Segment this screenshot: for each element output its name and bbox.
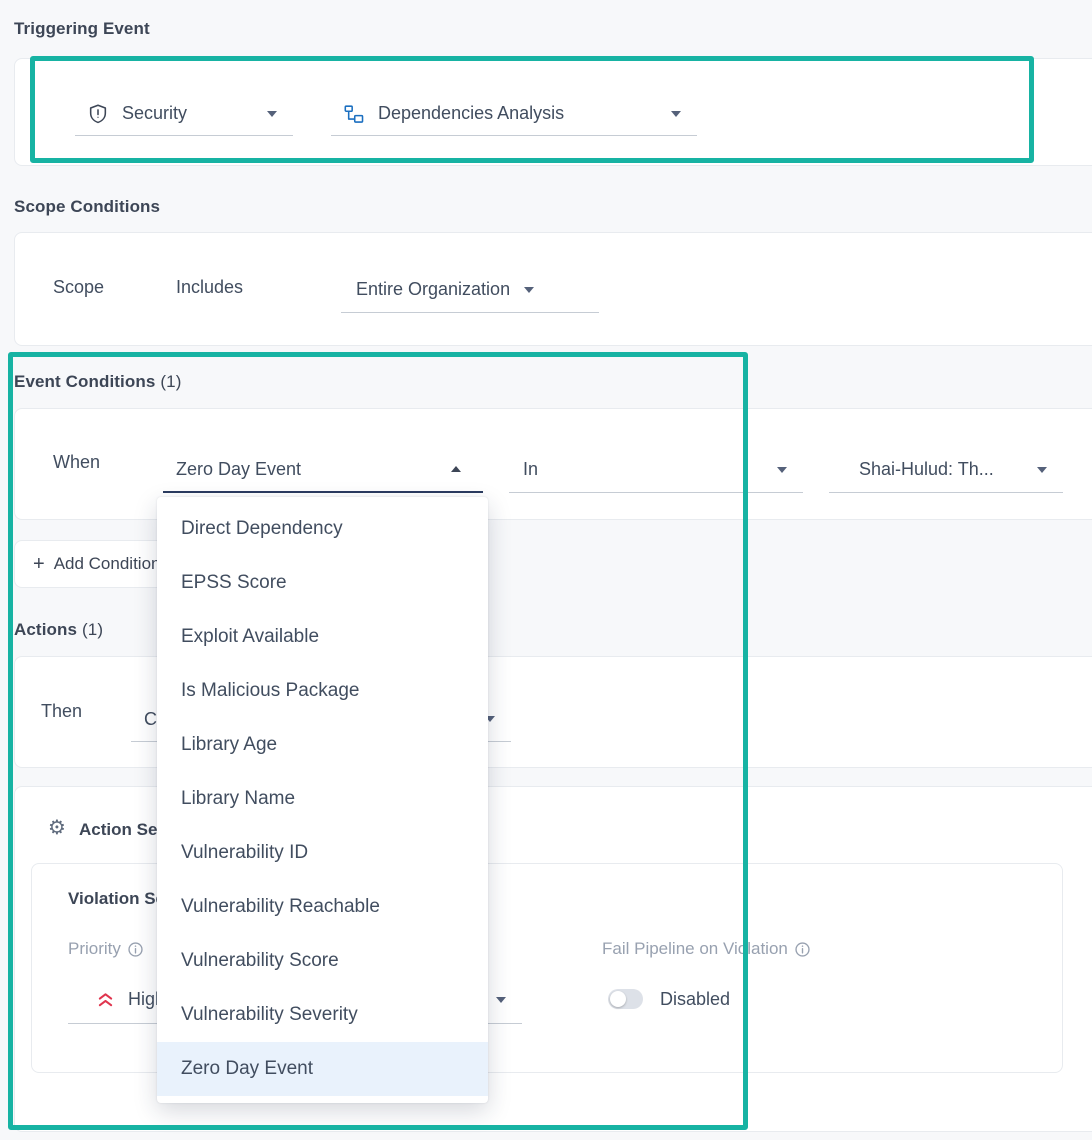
priority-label-row: Priority	[68, 939, 144, 959]
actions-heading: Actions (1)	[14, 620, 103, 640]
info-icon[interactable]	[794, 941, 811, 958]
chevron-down-icon	[671, 111, 681, 117]
event-conditions-heading-text: Event Conditions	[14, 372, 155, 391]
condition-dropdown-menu: Direct DependencyEPSS ScoreExploit Avail…	[157, 497, 488, 1103]
event-type-value: Dependencies Analysis	[378, 103, 564, 124]
triggering-event-heading-text: Triggering Event	[14, 19, 150, 38]
event-conditions-heading: Event Conditions (1)	[14, 372, 181, 392]
chevron-down-icon	[496, 997, 506, 1003]
scope-conditions-card: Scope Includes Entire Organization	[14, 232, 1092, 346]
triggering-event-card: Security Dependencies Analysis	[14, 58, 1092, 166]
condition-operator-select[interactable]: In	[509, 447, 803, 493]
dropdown-option[interactable]: Is Malicious Package	[157, 664, 488, 718]
fail-pipeline-toggle[interactable]	[608, 989, 643, 1009]
chevron-down-icon	[777, 467, 787, 473]
dropdown-option[interactable]: Direct Dependency	[157, 502, 488, 556]
dropdown-option[interactable]: Zero Day Event	[157, 1042, 488, 1096]
security-shield-icon	[87, 103, 109, 125]
condition-value-select[interactable]: Shai-Hulud: Th...	[829, 447, 1063, 493]
event-category-value: Security	[122, 103, 187, 124]
dropdown-option[interactable]: Vulnerability ID	[157, 826, 488, 880]
scope-operator-label: Includes	[176, 277, 243, 298]
info-icon[interactable]	[127, 941, 144, 958]
dropdown-option[interactable]: EPSS Score	[157, 556, 488, 610]
fail-pipeline-state: Disabled	[660, 989, 730, 1010]
event-category-select[interactable]: Security	[75, 92, 293, 136]
scope-value-select[interactable]: Entire Organization	[341, 267, 599, 313]
high-priority-icon	[96, 992, 115, 1008]
dropdown-option[interactable]: Vulnerability Severity	[157, 988, 488, 1042]
when-label: When	[53, 452, 100, 473]
scope-conditions-heading: Scope Conditions	[14, 197, 160, 217]
chevron-up-icon	[451, 466, 461, 472]
dropdown-option[interactable]: Vulnerability Score	[157, 934, 488, 988]
dropdown-option[interactable]: Library Age	[157, 718, 488, 772]
condition-operator-value: In	[523, 459, 538, 480]
dropdown-option[interactable]: Exploit Available	[157, 610, 488, 664]
gear-icon: ⚙	[48, 817, 66, 837]
actions-count: (1)	[82, 620, 103, 639]
fail-pipeline-label: Fail Pipeline on Violation	[602, 939, 788, 959]
event-type-select[interactable]: Dependencies Analysis	[331, 92, 697, 136]
fail-pipeline-label-row: Fail Pipeline on Violation	[602, 939, 811, 959]
dropdown-option[interactable]: Library Name	[157, 772, 488, 826]
chevron-down-icon	[1037, 467, 1047, 473]
toggle-knob	[610, 991, 626, 1007]
condition-field-value: Zero Day Event	[176, 459, 301, 480]
scope-conditions-heading-text: Scope Conditions	[14, 197, 160, 216]
dependencies-analysis-icon	[343, 103, 365, 125]
triggering-event-heading: Triggering Event	[14, 19, 150, 39]
condition-field-select[interactable]: Zero Day Event	[163, 447, 483, 493]
scope-value: Entire Organization	[356, 279, 510, 300]
priority-label: Priority	[68, 939, 121, 959]
then-label: Then	[41, 701, 82, 722]
chevron-down-icon	[524, 287, 534, 293]
scope-label: Scope	[53, 277, 104, 298]
dropdown-option[interactable]: Vulnerability Reachable	[157, 880, 488, 934]
actions-heading-text: Actions	[14, 620, 77, 639]
add-condition-label: Add Condition	[54, 554, 161, 574]
chevron-down-icon	[267, 111, 277, 117]
policy-builder-page: Triggering Event Security De	[0, 0, 1092, 1140]
condition-value: Shai-Hulud: Th...	[859, 459, 994, 480]
event-conditions-count: (1)	[160, 372, 181, 391]
plus-icon: +	[33, 553, 45, 576]
